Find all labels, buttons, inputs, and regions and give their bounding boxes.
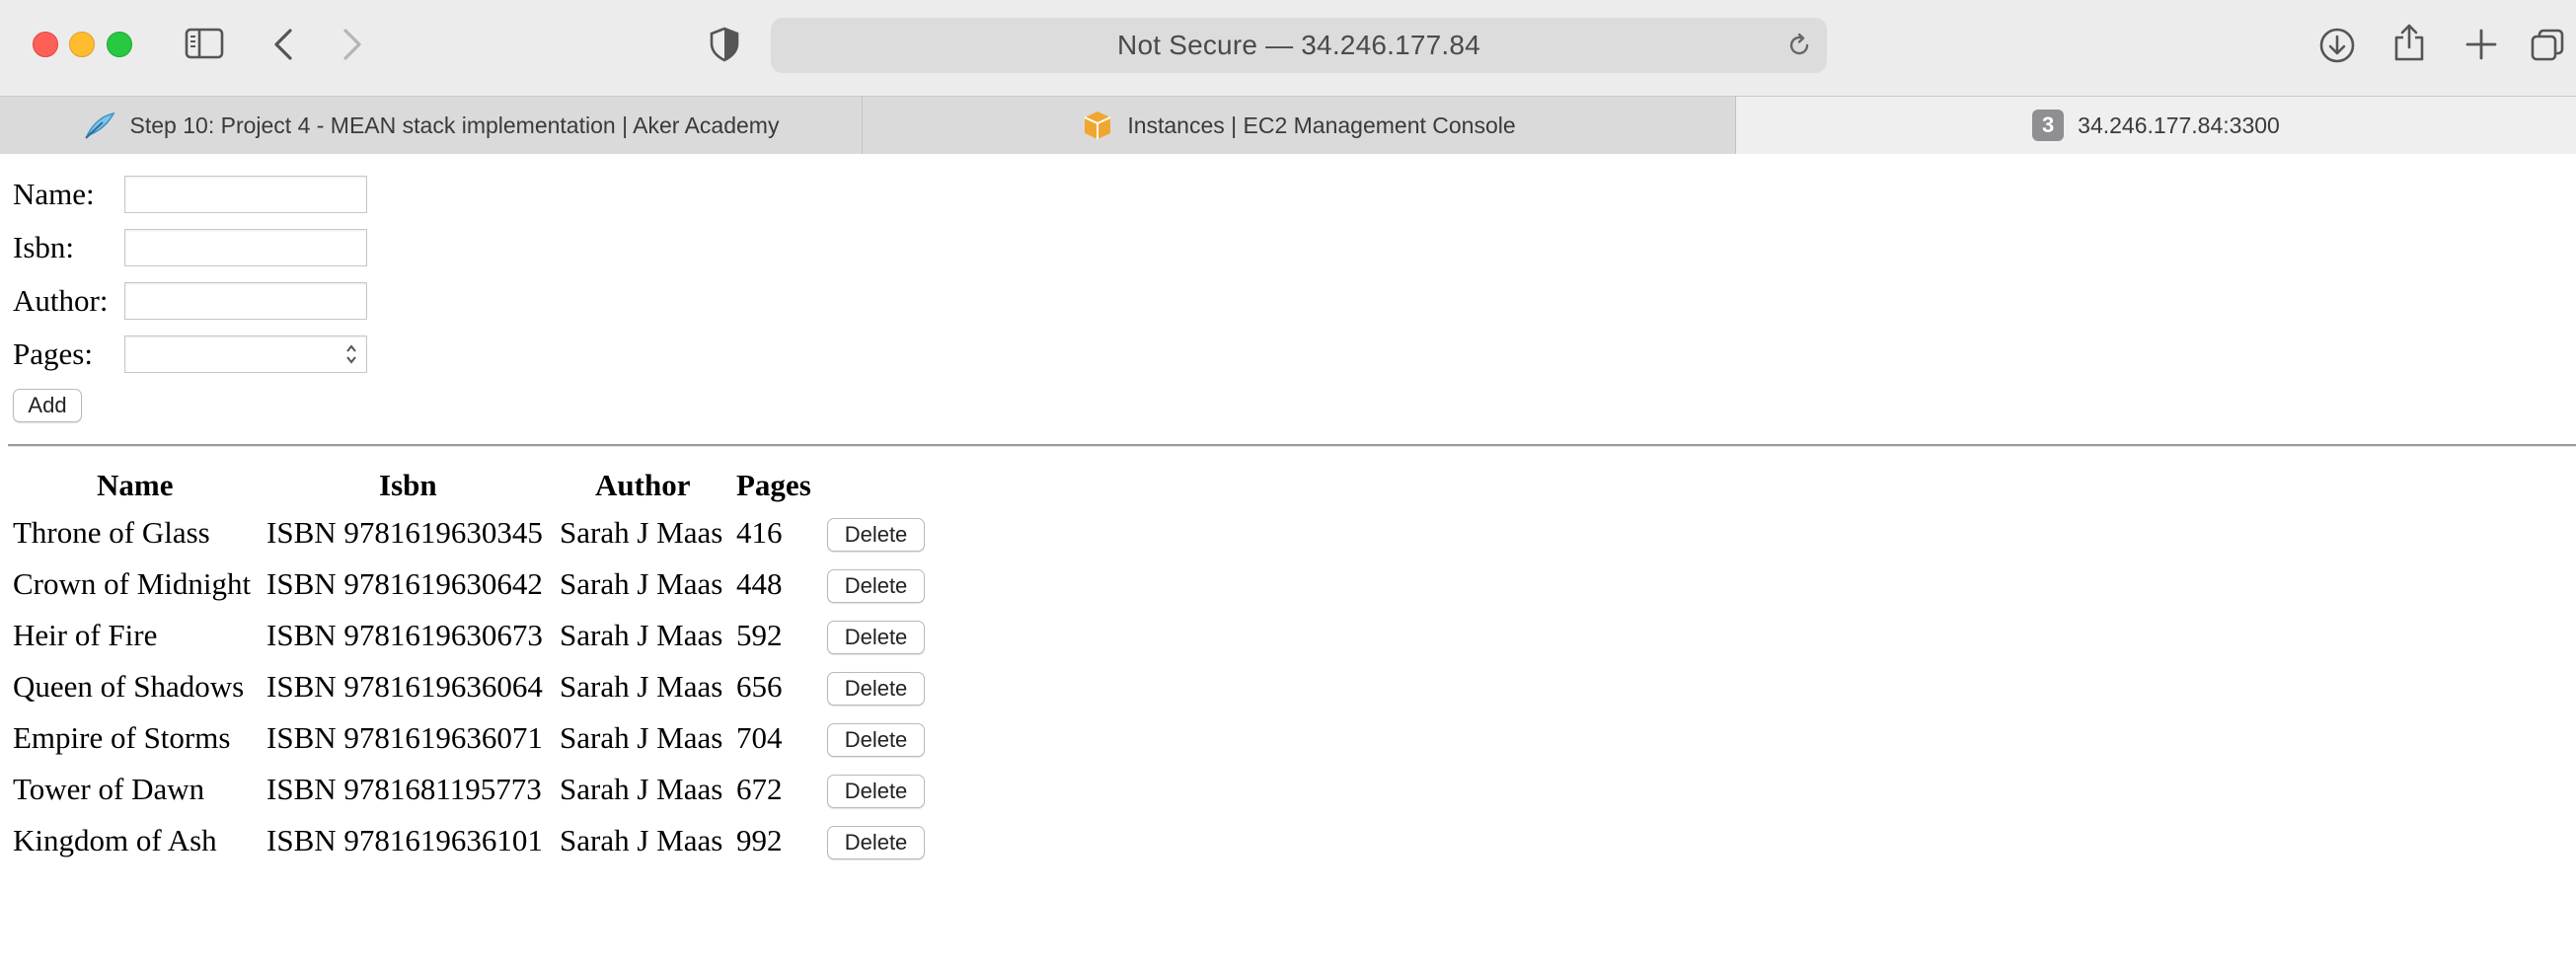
book-pages: 592	[736, 618, 783, 652]
address-text: Not Secure — 34.246.177.84	[1117, 30, 1480, 60]
column-header-pages: Pages	[736, 468, 811, 502]
book-pages: 992	[736, 823, 783, 857]
book-pages: 672	[736, 772, 783, 806]
tab-number-badge: 3	[2032, 110, 2065, 141]
book-name: Heir of Fire	[13, 618, 158, 652]
book-pages: 416	[736, 515, 783, 550]
new-tab-icon[interactable]	[2464, 28, 2498, 61]
book-name: Tower of Dawn	[13, 772, 205, 806]
pages-label: Pages:	[13, 336, 93, 371]
form-row-isbn: Isbn:	[13, 229, 367, 266]
form-row-author: Author:	[13, 282, 367, 320]
form-row-pages: Pages:	[13, 335, 367, 373]
tab-active-app[interactable]: 3 34.246.177.84:3300	[1736, 97, 2576, 154]
forward-icon[interactable]	[340, 28, 365, 61]
downloads-icon[interactable]	[2318, 27, 2356, 64]
book-pages: 656	[736, 669, 783, 704]
author-input[interactable]	[124, 282, 367, 320]
privacy-shield-icon[interactable]	[709, 27, 740, 62]
column-header-isbn: Isbn	[379, 468, 437, 502]
book-author: Sarah J Maas	[560, 566, 723, 601]
book-name: Kingdom of Ash	[13, 823, 217, 857]
book-pages: 448	[736, 566, 783, 601]
delete-button[interactable]: Delete	[827, 775, 925, 808]
book-isbn: ISBN 9781619630673	[266, 618, 543, 652]
book-name: Empire of Storms	[13, 720, 231, 755]
share-icon[interactable]	[2392, 23, 2426, 62]
tab-ec2-console[interactable]: Instances | EC2 Management Console	[863, 97, 1736, 154]
stepper-arrows-icon[interactable]	[344, 341, 358, 372]
isbn-input[interactable]	[124, 229, 367, 266]
name-label: Name:	[13, 177, 95, 211]
tab-label: 34.246.177.84:3300	[2078, 112, 2280, 138]
book-author: Sarah J Maas	[560, 823, 723, 857]
sidebar-toggle-icon[interactable]	[185, 27, 224, 60]
book-isbn: ISBN 9781619636071	[266, 720, 543, 755]
book-isbn: ISBN 9781619636064	[266, 669, 543, 704]
delete-button[interactable]: Delete	[827, 826, 925, 859]
book-author: Sarah J Maas	[560, 669, 723, 704]
book-isbn: ISBN 9781681195773	[266, 772, 542, 806]
browser-toolbar: Not Secure — 34.246.177.84	[0, 0, 2576, 96]
book-author: Sarah J Maas	[560, 515, 723, 550]
name-input[interactable]	[124, 176, 367, 213]
tab-label: Instances | EC2 Management Console	[1127, 112, 1516, 138]
delete-button[interactable]: Delete	[827, 621, 925, 654]
tab-overview-icon[interactable]	[2530, 28, 2565, 63]
book-name: Crown of Midnight	[13, 566, 252, 601]
book-isbn: ISBN 9781619636101	[266, 823, 543, 857]
back-icon[interactable]	[270, 28, 296, 61]
book-name: Queen of Shadows	[13, 669, 245, 704]
address-bar[interactable]: Not Secure — 34.246.177.84	[771, 18, 1827, 73]
book-isbn: ISBN 9781619630345	[266, 515, 543, 550]
tab-bar: Step 10: Project 4 - MEAN stack implemen…	[0, 96, 2576, 155]
column-header-name: Name	[97, 468, 174, 502]
delete-button[interactable]: Delete	[827, 723, 925, 757]
minimize-window-button[interactable]	[69, 32, 95, 57]
zoom-window-button[interactable]	[107, 32, 132, 57]
tab-label: Step 10: Project 4 - MEAN stack implemen…	[129, 112, 780, 138]
aws-box-icon	[1082, 110, 1113, 141]
column-header-author: Author	[595, 468, 691, 502]
book-name: Throne of Glass	[13, 515, 210, 550]
delete-button[interactable]: Delete	[827, 672, 925, 706]
form-row-name: Name:	[13, 176, 367, 213]
book-author: Sarah J Maas	[560, 618, 723, 652]
reload-icon[interactable]	[1785, 32, 1813, 64]
isbn-label: Isbn:	[13, 230, 74, 264]
close-window-button[interactable]	[33, 32, 58, 57]
book-author: Sarah J Maas	[560, 772, 723, 806]
tab-aker-academy[interactable]: Step 10: Project 4 - MEAN stack implemen…	[0, 97, 863, 154]
author-label: Author:	[13, 283, 109, 318]
divider	[8, 444, 2576, 447]
add-button[interactable]: Add	[13, 389, 82, 422]
delete-button[interactable]: Delete	[827, 569, 925, 603]
pages-input[interactable]	[124, 335, 367, 373]
feather-icon	[83, 111, 116, 140]
page-content: Name: Isbn: Author: Pages: Add Name Isbn…	[0, 154, 2576, 967]
delete-button[interactable]: Delete	[827, 518, 925, 552]
book-pages: 704	[736, 720, 783, 755]
book-isbn: ISBN 9781619630642	[266, 566, 543, 601]
book-author: Sarah J Maas	[560, 720, 723, 755]
